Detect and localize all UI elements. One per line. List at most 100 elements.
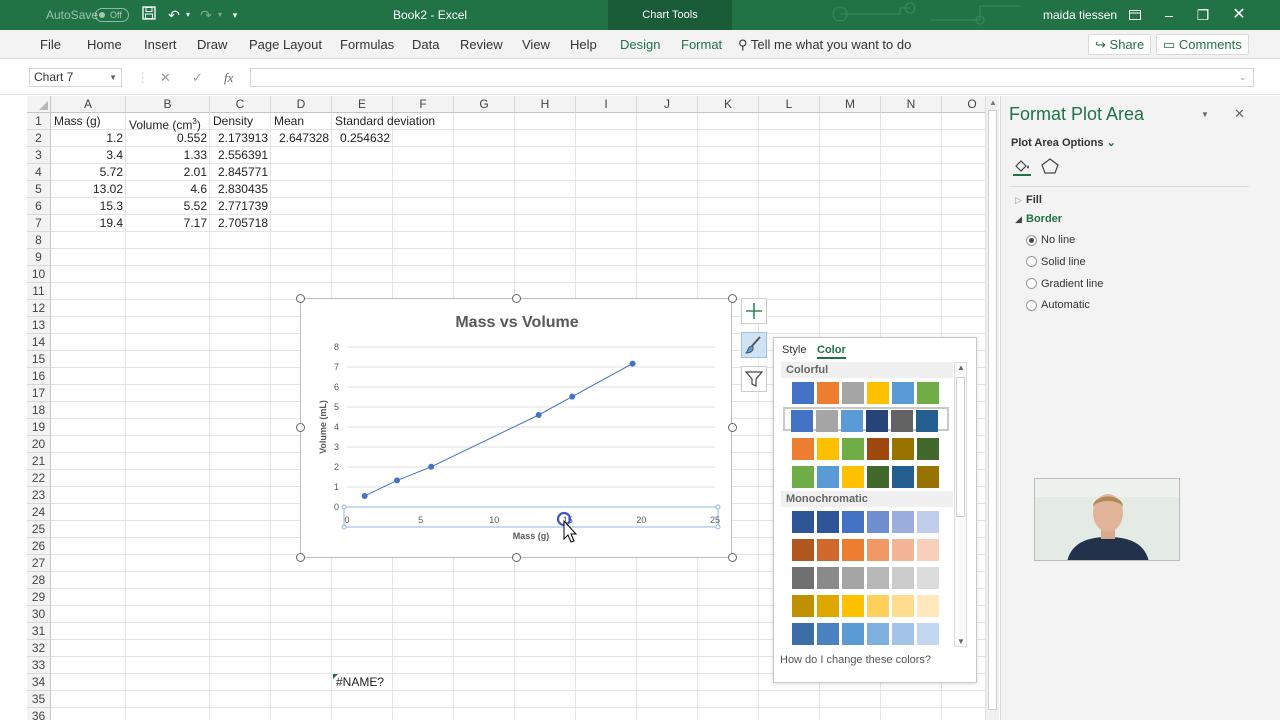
row-header-5[interactable]: 5	[27, 181, 51, 198]
cell-volume[interactable]: 7.17	[126, 215, 210, 232]
cell-density[interactable]: 2.845771	[210, 164, 271, 181]
undo-dropdown-icon[interactable]: ▾	[184, 6, 192, 24]
row-header-20[interactable]: 20	[27, 436, 51, 453]
tab-style[interactable]: Style	[782, 344, 806, 356]
cell-b1[interactable]: Volume (cm3)	[126, 113, 204, 132]
radio-label-gradient-line[interactable]: Gradient line	[1041, 278, 1103, 290]
chart-filters-button[interactable]	[741, 366, 767, 392]
fill-line-icon[interactable]	[1013, 158, 1031, 176]
cell-error-name[interactable]: #NAME?	[333, 674, 387, 691]
cell-density[interactable]: 2.556391	[210, 147, 271, 164]
cell-d1[interactable]: Mean	[271, 113, 307, 130]
radio-label-automatic[interactable]: Automatic	[1041, 299, 1090, 311]
row-header-26[interactable]: 26	[27, 538, 51, 555]
resize-handle[interactable]	[512, 294, 521, 303]
chart-title[interactable]: Mass vs Volume	[455, 314, 578, 331]
column-header-j[interactable]: J	[637, 96, 698, 113]
radio-gradient-line[interactable]	[1026, 278, 1037, 289]
scroll-up-icon[interactable]: ▲	[957, 363, 965, 372]
autosave-label[interactable]: AutoSave	[46, 0, 98, 30]
border-section[interactable]: Border	[1026, 213, 1062, 225]
cell-mass[interactable]: 19.4	[51, 215, 126, 232]
resize-handle[interactable]	[296, 294, 305, 303]
formula-input[interactable]	[250, 68, 1254, 87]
tab-home[interactable]: Home	[87, 30, 122, 59]
cell-c1[interactable]: Density	[210, 113, 256, 130]
column-header-k[interactable]: K	[698, 96, 759, 113]
insert-function-icon[interactable]: fx	[224, 68, 233, 87]
cell-mass[interactable]: 1.2	[51, 130, 126, 147]
radio-automatic[interactable]	[1026, 300, 1037, 311]
row-header-7[interactable]: 7	[27, 215, 51, 232]
close-icon[interactable]: ✕	[1234, 106, 1245, 122]
row-header-27[interactable]: 27	[27, 555, 51, 572]
popup-scroll-thumb[interactable]	[956, 377, 965, 517]
row-header-18[interactable]: 18	[27, 402, 51, 419]
enter-icon[interactable]: ✓	[192, 68, 203, 87]
row-header-3[interactable]: 3	[27, 147, 51, 164]
scroll-up-icon[interactable]: ▲	[989, 98, 997, 107]
row-header-12[interactable]: 12	[27, 300, 51, 317]
tab-design[interactable]: Design	[620, 30, 660, 59]
pane-options-icon[interactable]: ▼	[1201, 110, 1209, 119]
cell-density[interactable]: 2.173913	[210, 130, 271, 147]
cell-mean[interactable]: 2.647328	[271, 130, 332, 147]
column-header-c[interactable]: C	[210, 96, 271, 113]
row-header-30[interactable]: 30	[27, 606, 51, 623]
tab-color[interactable]: Color	[817, 344, 846, 359]
cell-volume[interactable]: 2.01	[126, 164, 210, 181]
column-header-e[interactable]: E	[332, 96, 393, 113]
row-header-10[interactable]: 10	[27, 266, 51, 283]
fill-section[interactable]: Fill	[1026, 194, 1042, 206]
plot-area-options[interactable]: Plot Area Options ⌄	[1011, 136, 1116, 149]
row-header-2[interactable]: 2	[27, 130, 51, 147]
customize-toolbar-icon[interactable]: ▾	[230, 6, 240, 24]
resize-handle[interactable]	[512, 553, 521, 562]
cell-e1[interactable]: Standard deviation	[332, 113, 438, 130]
expand-formula-icon[interactable]: ⌄	[1239, 68, 1247, 87]
colorful-palette-row[interactable]	[783, 407, 949, 432]
resize-handle[interactable]	[728, 553, 737, 562]
restore-icon[interactable]: ❐	[1186, 0, 1220, 30]
save-icon[interactable]	[140, 6, 158, 24]
resize-handle[interactable]	[728, 423, 737, 432]
row-header-35[interactable]: 35	[27, 691, 51, 708]
redo-icon[interactable]: ↷	[198, 6, 214, 24]
chevron-down-icon[interactable]: ▼	[109, 69, 117, 86]
tab-format[interactable]: Format	[681, 30, 722, 59]
monochromatic-palette-row[interactable]	[792, 511, 942, 535]
row-header-13[interactable]: 13	[27, 317, 51, 334]
close-icon[interactable]: ✕	[1222, 0, 1256, 30]
column-header-n[interactable]: N	[881, 96, 942, 113]
collapse-border-icon[interactable]: ◢	[1015, 214, 1022, 225]
resize-handle[interactable]	[296, 423, 305, 432]
radio-no-line[interactable]	[1026, 235, 1037, 246]
cell-mass[interactable]: 3.4	[51, 147, 126, 164]
tab-draw[interactable]: Draw	[197, 30, 227, 59]
cell-mass[interactable]: 5.72	[51, 164, 126, 181]
help-link[interactable]: How do I change these colors?	[780, 654, 931, 666]
ribbon-display-icon[interactable]	[1118, 0, 1152, 30]
share-button[interactable]: ↪ Share	[1088, 34, 1152, 55]
cell-density[interactable]: 2.705718	[210, 215, 271, 232]
row-header-21[interactable]: 21	[27, 453, 51, 470]
row-header-28[interactable]: 28	[27, 572, 51, 589]
tab-insert[interactable]: Insert	[144, 30, 177, 59]
tab-data[interactable]: Data	[412, 30, 439, 59]
row-header-33[interactable]: 33	[27, 657, 51, 674]
tab-review[interactable]: Review	[460, 30, 503, 59]
comments-button[interactable]: ▭ Comments	[1156, 34, 1249, 55]
resize-handle[interactable]	[728, 294, 737, 303]
tab-file[interactable]: File	[40, 30, 61, 59]
row-header-25[interactable]: 25	[27, 521, 51, 538]
cell-volume[interactable]: 0.552	[126, 130, 210, 147]
row-header-22[interactable]: 22	[27, 470, 51, 487]
row-header-16[interactable]: 16	[27, 368, 51, 385]
radio-solid-line[interactable]	[1026, 256, 1037, 267]
column-header-d[interactable]: D	[271, 96, 332, 113]
cell-volume[interactable]: 5.52	[126, 198, 210, 215]
user-name[interactable]: maida tiessen	[1043, 0, 1117, 30]
row-header-14[interactable]: 14	[27, 334, 51, 351]
radio-label-solid-line[interactable]: Solid line	[1041, 256, 1086, 268]
chart-styles-button[interactable]	[741, 332, 767, 358]
